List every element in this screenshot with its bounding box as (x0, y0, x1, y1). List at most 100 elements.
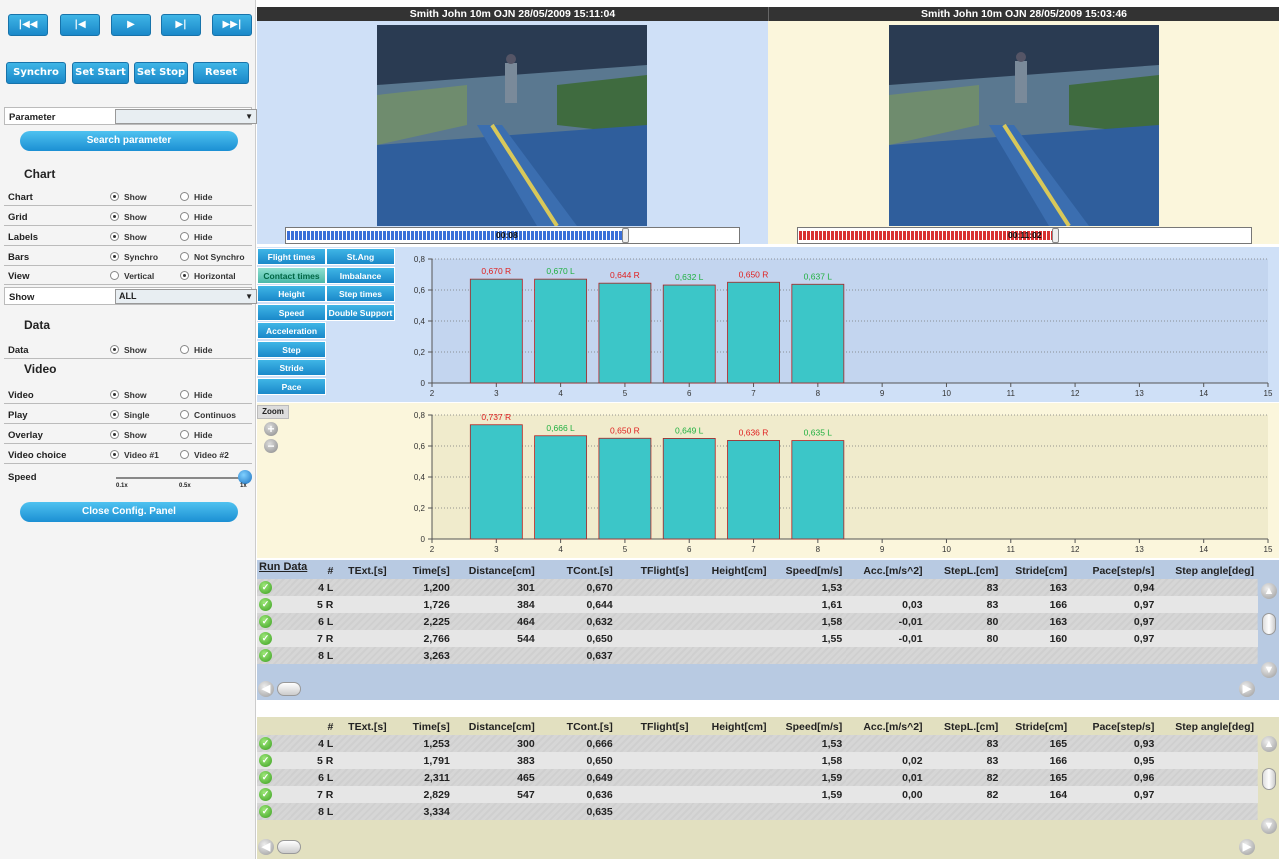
radio-option[interactable]: Show (110, 390, 147, 400)
metric-button-flight-times[interactable]: Flight times (257, 248, 326, 265)
header-cell[interactable]: # (291, 718, 337, 735)
radio-icon[interactable] (110, 232, 119, 241)
table2-scroll-right-icon[interactable]: ▶ (1239, 839, 1255, 855)
table-row[interactable]: ✓ 4 L 1,253 300 0,666 1,53 83 165 0,93 (257, 735, 1258, 752)
radio-option[interactable]: Not Synchro (180, 252, 245, 262)
header-cell[interactable]: TFlight[s] (617, 562, 693, 579)
bar[interactable] (727, 440, 780, 540)
radio-icon[interactable] (180, 232, 189, 241)
radio-option[interactable]: Hide (180, 390, 212, 400)
radio-option[interactable]: Hide (180, 345, 212, 355)
table-row[interactable]: ✓ 4 L 1,200 301 0,670 1,53 83 163 0,94 (257, 579, 1258, 596)
radio-option[interactable]: Hide (180, 192, 212, 202)
bar[interactable] (534, 435, 588, 540)
metric-button-pace[interactable]: Pace (257, 377, 326, 395)
table1-vscroll-thumb[interactable] (1262, 613, 1276, 635)
table2-scroll-down-icon[interactable]: ▼ (1261, 818, 1277, 834)
header-cell[interactable]: Step angle[deg] (1158, 562, 1258, 579)
header-cell[interactable]: Height[cm] (692, 562, 770, 579)
bar[interactable] (598, 437, 652, 540)
transport-button-0[interactable]: |◀◀ (8, 14, 48, 36)
table-row[interactable]: ✓ 5 R 1,791 383 0,650 1,58 0,02 83 166 0,95 (257, 752, 1258, 769)
radio-option[interactable]: Synchro (110, 252, 158, 262)
table-row[interactable]: ✓ 7 R 2,766 544 0,650 1,55 -0,01 80 160 0,97 (257, 630, 1258, 647)
table-row[interactable]: ✓ 6 L 2,311 465 0,649 1,59 0,01 82 165 0,96 (257, 769, 1258, 786)
radio-icon[interactable] (110, 430, 119, 439)
table-row[interactable]: ✓ 8 L 3,263 0,637 (257, 647, 1258, 664)
header-cell[interactable]: StepL.[cm] (927, 718, 1003, 735)
transport-button-2[interactable]: ▶ (111, 14, 151, 36)
radio-icon[interactable] (180, 212, 189, 221)
metric-button-height[interactable]: Height (257, 285, 326, 302)
radio-icon[interactable] (180, 271, 189, 280)
transport-button-1[interactable]: |◀ (60, 14, 100, 36)
header-cell[interactable]: Pace[step/s] (1071, 718, 1158, 735)
header-cell[interactable]: StepL.[cm] (927, 562, 1003, 579)
bar[interactable] (727, 281, 780, 384)
radio-option[interactable]: Continuos (180, 410, 236, 420)
table2-scroll-left-icon[interactable]: ◀ (258, 839, 274, 855)
radio-icon[interactable] (110, 252, 119, 261)
metric-button-stride[interactable]: Stride (257, 359, 326, 376)
header-cell[interactable]: Distance[cm] (454, 718, 539, 735)
transport-button-3[interactable]: ▶| (161, 14, 201, 36)
radio-icon[interactable] (180, 410, 189, 419)
parameter-select[interactable]: ▼ (115, 109, 257, 124)
table1-scroll-down-icon[interactable]: ▼ (1261, 662, 1277, 678)
header-cell[interactable]: Stride[cm] (1002, 718, 1071, 735)
metric-button-double-support[interactable]: Double Support (326, 303, 395, 321)
radio-icon[interactable] (180, 450, 189, 459)
radio-option[interactable]: Show (110, 192, 147, 202)
bar[interactable] (791, 440, 845, 540)
radio-option[interactable]: Hide (180, 232, 212, 242)
header-cell[interactable]: Acc.[m/s^2] (846, 562, 926, 579)
video2-progress[interactable]: 00:11:02 (797, 227, 1252, 244)
header-cell[interactable]: Speed[m/s] (771, 562, 847, 579)
bar[interactable] (469, 278, 523, 384)
radio-icon[interactable] (110, 271, 119, 280)
radio-icon[interactable] (180, 192, 189, 201)
video2-progress-handle[interactable] (1052, 228, 1060, 243)
radio-option[interactable]: Show (110, 430, 147, 440)
header-cell[interactable]: Distance[cm] (454, 562, 539, 579)
video1-frame[interactable] (377, 25, 647, 226)
radio-option[interactable]: Video #1 (110, 450, 159, 460)
metric-button-contact-times[interactable]: Contact times (257, 266, 326, 284)
set-stop-button[interactable]: Set Stop (134, 62, 188, 84)
table1-scroll-right-icon[interactable]: ▶ (1239, 681, 1255, 697)
table1-scroll-up-icon[interactable]: ▲ (1261, 583, 1277, 599)
header-cell[interactable]: Speed[m/s] (771, 718, 847, 735)
radio-option[interactable]: Horizontal (180, 271, 236, 281)
header-cell[interactable]: Step angle[deg] (1158, 718, 1258, 735)
radio-icon[interactable] (110, 192, 119, 201)
radio-option[interactable]: Hide (180, 430, 212, 440)
radio-option[interactable]: Show (110, 212, 147, 222)
table-row[interactable]: ✓ 5 R 1,726 384 0,644 1,61 0,03 83 166 0,97 (257, 596, 1258, 613)
metric-button-imbalance[interactable]: Imbalance (326, 266, 395, 284)
table-row[interactable]: ✓ 6 L 2,225 464 0,632 1,58 -0,01 80 163 0,97 (257, 613, 1258, 630)
table1-hscroll-thumb[interactable] (277, 682, 301, 696)
metric-button-acceleration[interactable]: Acceleration (257, 322, 326, 339)
header-cell[interactable]: Height[cm] (692, 718, 770, 735)
table-row[interactable]: ✓ 7 R 2,829 547 0,636 1,59 0,00 82 164 0,97 (257, 786, 1258, 803)
table-row[interactable]: ✓ 8 L 3,334 0,635 (257, 803, 1258, 820)
header-cell[interactable]: Time[s] (391, 562, 454, 579)
metric-button-step[interactable]: Step (257, 340, 326, 358)
header-cell[interactable]: TCont.[s] (539, 562, 617, 579)
table2-hscroll-thumb[interactable] (277, 840, 301, 854)
bar[interactable] (469, 424, 523, 540)
show-select[interactable]: ALL ▼ (115, 289, 257, 304)
radio-icon[interactable] (110, 410, 119, 419)
header-cell[interactable]: Acc.[m/s^2] (846, 718, 926, 735)
set-start-button[interactable]: Set Start (72, 62, 129, 84)
table2-vscroll-thumb[interactable] (1262, 768, 1276, 790)
header-cell[interactable]: TExt.[s] (337, 562, 390, 579)
close-config-panel-button[interactable]: Close Config. Panel (20, 502, 238, 522)
metric-button-speed[interactable]: Speed (257, 303, 326, 321)
video2-frame[interactable] (889, 25, 1159, 226)
video1-progress[interactable]: 00:08 (285, 227, 740, 244)
radio-option[interactable]: Show (110, 345, 147, 355)
radio-icon[interactable] (110, 450, 119, 459)
radio-option[interactable]: Single (110, 410, 150, 420)
speed-slider-handle[interactable] (238, 470, 252, 484)
